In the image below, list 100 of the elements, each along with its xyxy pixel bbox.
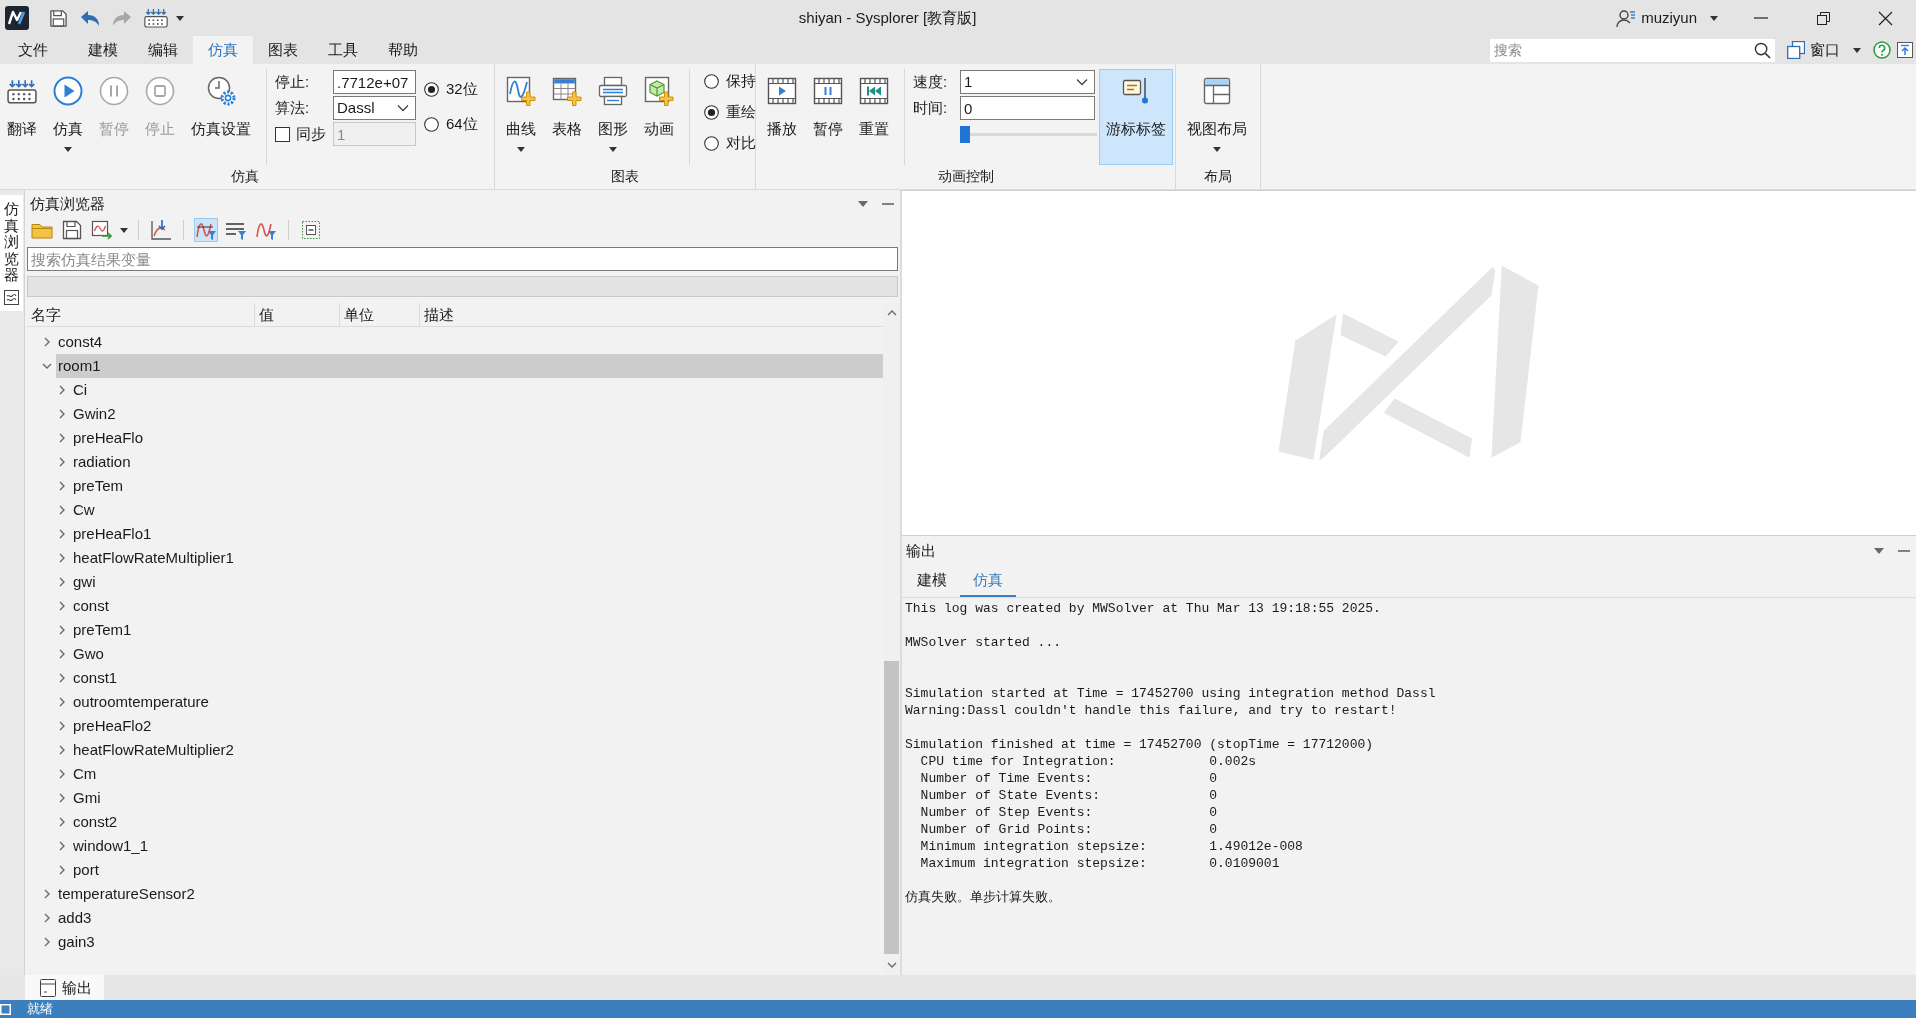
radio-button[interactable] — [704, 135, 719, 151]
tree-item[interactable]: const4 — [56, 330, 103, 354]
radio-label[interactable]: 对比 — [726, 134, 756, 152]
tree-item[interactable]: temperatureSensor2 — [56, 882, 195, 906]
chevron-right-icon[interactable] — [57, 745, 67, 755]
chevron-right-icon[interactable] — [57, 457, 67, 467]
chevron-right-icon[interactable] — [57, 649, 67, 659]
close-icon[interactable] — [1877, 10, 1893, 26]
arrows-grid-icon[interactable] — [144, 8, 168, 28]
ribbon-button[interactable]: 仿真设置 — [184, 69, 258, 165]
dropdown-field[interactable]: Dassl — [333, 96, 416, 120]
chevron-right-icon[interactable] — [57, 673, 67, 683]
chevron-down-icon[interactable] — [42, 361, 52, 371]
text-field[interactable]: 0 — [960, 96, 1095, 120]
tree-item[interactable]: Gmi — [71, 786, 101, 810]
ribbon-button[interactable]: 暂停 — [806, 69, 850, 165]
image-arrow-icon[interactable] — [90, 218, 114, 242]
tree-item[interactable]: gwi — [71, 570, 96, 594]
chevron-right-icon[interactable] — [57, 481, 67, 491]
radio-button[interactable] — [704, 73, 719, 89]
chevron-right-icon[interactable] — [42, 889, 52, 899]
tree-item[interactable]: heatFlowRateMultiplier2 — [71, 738, 234, 762]
dock-tab[interactable]: 输出 — [25, 975, 104, 1000]
column-header[interactable]: 名字 — [27, 303, 255, 326]
scrollbar-thumb[interactable] — [884, 661, 899, 954]
tree-item[interactable]: Ci — [71, 378, 88, 402]
output-tab[interactable]: 仿真 — [960, 565, 1016, 597]
restore-icon[interactable] — [1816, 11, 1830, 25]
radio-label[interactable]: 保持 — [726, 72, 756, 90]
user-menu[interactable]: muziyun — [1610, 8, 1724, 28]
search-field[interactable]: 搜索仿真结果变量 — [27, 247, 898, 271]
chevron-right-icon[interactable] — [57, 841, 67, 851]
menu-tab[interactable]: 编辑 — [133, 36, 193, 64]
search-icon[interactable] — [1754, 41, 1771, 59]
ribbon-button[interactable]: 曲线 — [499, 69, 543, 165]
radio-label[interactable]: 重绘 — [726, 103, 756, 121]
ribbon-button[interactable]: 表格 — [545, 69, 589, 165]
chevron-right-icon[interactable] — [57, 433, 67, 443]
slider-thumb[interactable] — [960, 125, 970, 143]
column-header[interactable]: 描述 — [420, 303, 883, 326]
column-header[interactable]: 单位 — [340, 303, 420, 326]
chevron-down-icon[interactable] — [886, 960, 897, 970]
app-logo-icon[interactable] — [5, 6, 29, 30]
chevron-right-icon[interactable] — [57, 697, 67, 707]
chart-download-icon[interactable] — [149, 218, 173, 242]
chevron-up-icon[interactable] — [886, 308, 897, 318]
menu-tab[interactable]: 图表 — [253, 36, 313, 64]
side-tab[interactable]: 仿真浏览器 — [0, 195, 23, 311]
caret-icon[interactable] — [120, 227, 128, 233]
tree-item[interactable]: Cm — [71, 762, 97, 786]
caret-icon[interactable] — [858, 201, 868, 207]
tree-item[interactable]: const2 — [71, 810, 118, 834]
text-field[interactable]: .7712e+07 — [333, 70, 416, 94]
dropdown-field[interactable]: 1 — [960, 70, 1095, 94]
save-icon[interactable] — [49, 8, 68, 28]
ribbon-button[interactable]: 图形 — [591, 69, 635, 165]
tree-item[interactable]: preTem1 — [71, 618, 132, 642]
minimize-icon[interactable] — [1898, 549, 1910, 552]
window-menu[interactable]: 窗口 — [1787, 41, 1861, 59]
ribbon-button[interactable]: 动画 — [637, 69, 681, 165]
tree-item[interactable]: preTem — [71, 474, 124, 498]
chevron-right-icon[interactable] — [57, 721, 67, 731]
tree-item[interactable]: port — [71, 858, 99, 882]
tree-item[interactable]: add3 — [56, 906, 92, 930]
tree-item[interactable]: preHeaFlo — [71, 426, 144, 450]
caret-icon[interactable] — [176, 15, 184, 21]
radio-button[interactable] — [704, 104, 719, 120]
chevron-right-icon[interactable] — [57, 553, 67, 563]
radio-button[interactable] — [424, 81, 439, 97]
tree-item[interactable]: heatFlowRateMultiplier1 — [71, 546, 234, 570]
radio-button[interactable] — [424, 116, 439, 132]
chevron-right-icon[interactable] — [57, 409, 67, 419]
menu-tab[interactable]: 建模 — [73, 36, 133, 64]
chevron-right-icon[interactable] — [57, 505, 67, 515]
ribbon-button[interactable]: 翻译 — [0, 69, 44, 165]
search-field[interactable]: 搜索 — [1490, 38, 1775, 62]
menu-tab[interactable]: 工具 — [313, 36, 373, 64]
collapse-icon[interactable] — [299, 218, 323, 242]
tree-item[interactable]: const — [71, 594, 109, 618]
undo-icon[interactable] — [80, 9, 100, 27]
chevron-right-icon[interactable] — [57, 385, 67, 395]
radio-label[interactable]: 32位 — [446, 80, 478, 98]
column-header[interactable]: 值 — [255, 303, 340, 326]
ribbon-button[interactable]: 播放 — [760, 69, 804, 165]
tree-item[interactable]: Cw — [71, 498, 95, 522]
tree-item[interactable]: Gwin2 — [71, 402, 116, 426]
menu-tab[interactable]: 帮助 — [373, 36, 433, 64]
ribbon-button[interactable]: 视图布局 — [1180, 69, 1254, 165]
tree-item[interactable]: window1_1 — [71, 834, 149, 858]
tree-item[interactable]: preHeaFlo2 — [71, 714, 152, 738]
chevron-right-icon[interactable] — [57, 793, 67, 803]
chevron-right-icon[interactable] — [42, 337, 52, 347]
tree-item[interactable]: Gwo — [71, 642, 104, 666]
caret-icon[interactable] — [1874, 547, 1884, 554]
chevron-right-icon[interactable] — [57, 601, 67, 611]
chevron-right-icon[interactable] — [42, 913, 52, 923]
tree-item[interactable]: const1 — [71, 666, 118, 690]
tree-item[interactable]: gain3 — [56, 930, 95, 954]
upload-icon[interactable] — [1897, 42, 1913, 58]
radio-label[interactable]: 64位 — [446, 115, 478, 133]
